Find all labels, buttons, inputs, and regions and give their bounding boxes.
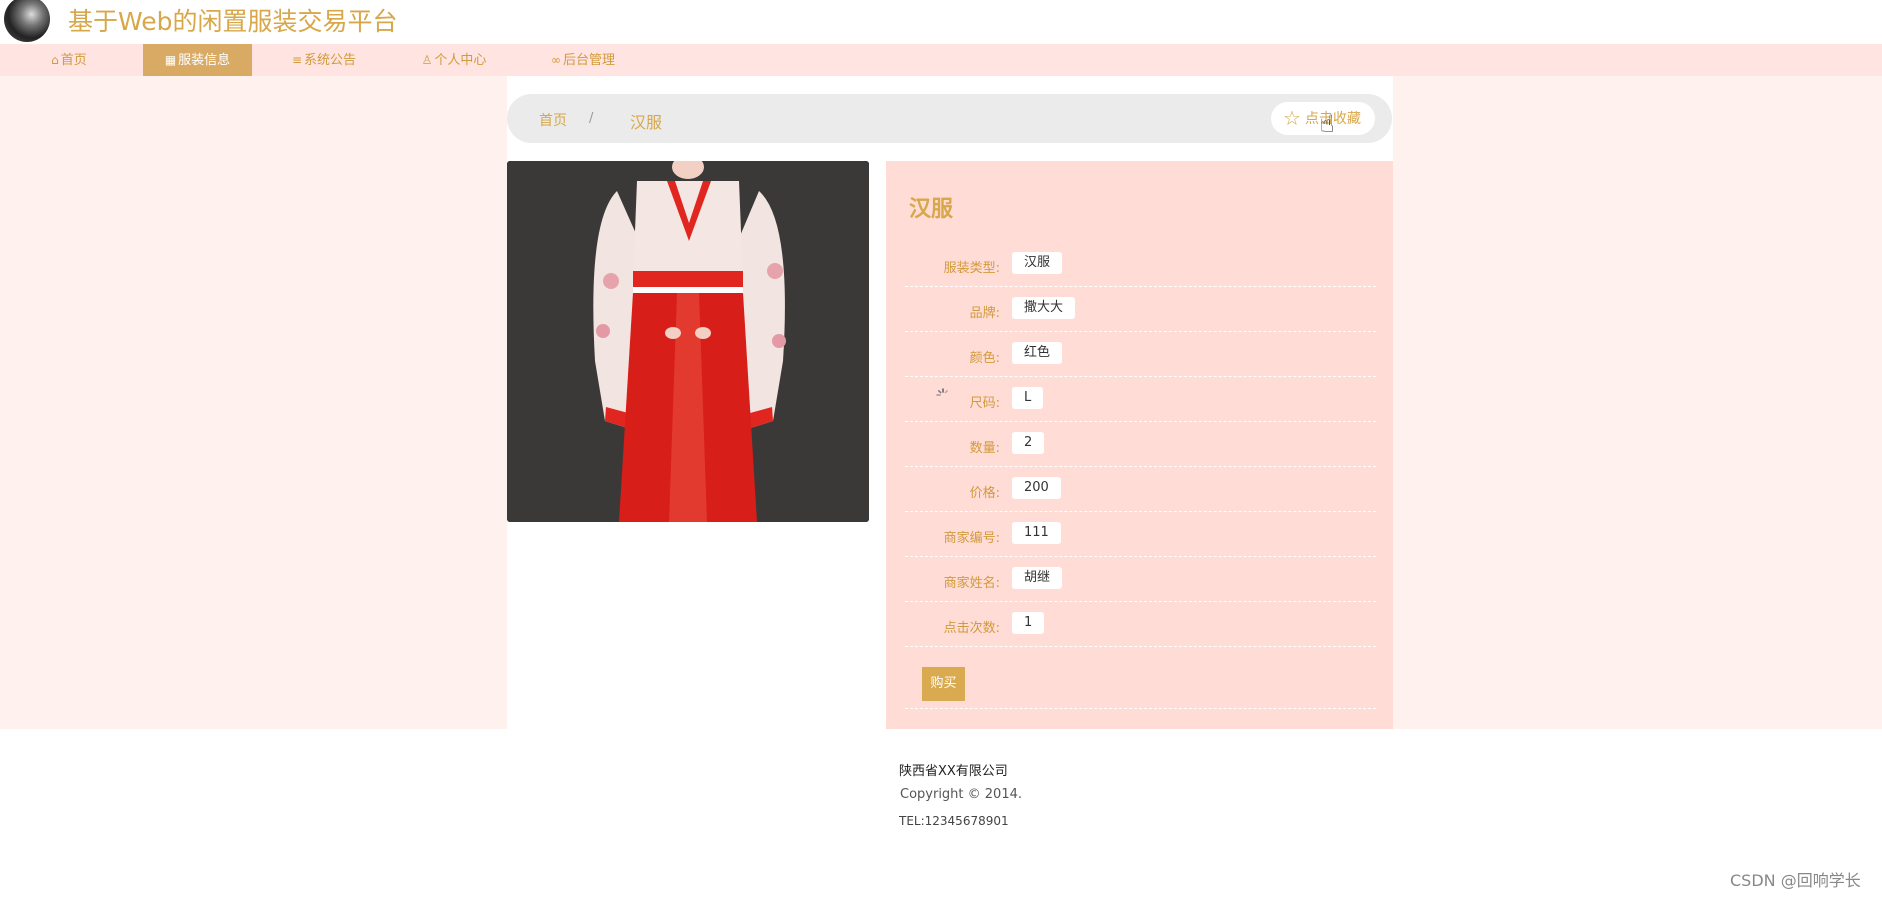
detail-row-color: 颜色: 红色 [905, 331, 1376, 377]
nav-item-notices[interactable]: ≡ 系统公告 [291, 44, 357, 76]
site-header: 基于Web的闲置服装交易平台 [0, 0, 1882, 44]
breadcrumb-separator: / [589, 111, 594, 126]
product-image [507, 161, 869, 522]
detail-key: 尺码: [969, 396, 1000, 411]
detail-value: 2 [1012, 432, 1045, 454]
buy-row [905, 648, 1376, 709]
footer-tel: TEL:12345678901 [899, 814, 1009, 828]
detail-row-quantity: 数量: 2 [905, 421, 1376, 467]
detail-key: 商家姓名: [943, 576, 1000, 591]
detail-key: 服装类型: [943, 261, 1000, 276]
grid-icon: ▦ [164, 53, 177, 67]
product-title: 汉服 [909, 197, 954, 222]
nav-item-clothing[interactable]: ▦ 服装信息 [143, 44, 252, 76]
footer-copyright: Copyright © 2014. [900, 787, 1023, 802]
buy-button[interactable]: 购买 [922, 667, 965, 701]
nav-item-label: 首页 [60, 53, 87, 68]
detail-value: 111 [1012, 522, 1061, 544]
sliders-icon: ≡ [291, 53, 303, 67]
detail-key: 价格: [969, 486, 1000, 501]
detail-row-size: 尺码: L [905, 376, 1376, 422]
detail-value: 红色 [1012, 342, 1063, 364]
detail-key: 点击次数: [943, 621, 1000, 636]
breadcrumb-current: 汉服 [630, 113, 663, 132]
nav-item-profile[interactable]: ♙ 个人中心 [420, 44, 488, 76]
detail-value: 200 [1012, 477, 1061, 499]
detail-value: 1 [1012, 612, 1045, 634]
watermark: CSDN @回响学长 [1730, 871, 1861, 890]
detail-value: L [1012, 387, 1044, 409]
nav-item-label: 系统公告 [304, 53, 357, 68]
star-icon: ☆ [1283, 106, 1301, 130]
main-nav: ⌂ 首页 ▦ 服装信息 ≡ 系统公告 ♙ 个人中心 ∞ 后台管理 [0, 44, 1882, 76]
home-icon: ⌂ [51, 53, 59, 67]
detail-row-merchant-id: 商家编号: 111 [905, 511, 1376, 557]
detail-row-type: 服装类型: 汉服 [905, 241, 1376, 287]
detail-value: 胡继 [1012, 567, 1063, 589]
breadcrumb-home-link[interactable]: 首页 [539, 110, 567, 130]
nav-item-home[interactable]: ⌂ 首页 [46, 44, 92, 76]
nav-item-admin[interactable]: ∞ 后台管理 [549, 44, 617, 76]
nav-item-label: 服装信息 [178, 53, 231, 68]
detail-row-merchant-name: 商家姓名: 胡继 [905, 556, 1376, 602]
nav-item-label: 个人中心 [434, 53, 487, 68]
footer-company: 陕西省XX有限公司 [899, 764, 1008, 779]
detail-key: 品牌: [969, 306, 1000, 321]
user-icon: ♙ [421, 53, 433, 67]
site-title: 基于Web的闲置服装交易平台 [68, 7, 398, 36]
detail-row-brand: 品牌: 撒大大 [905, 286, 1376, 332]
detail-key: 颜色: [969, 351, 1000, 366]
detail-row-clicks: 点击次数: 1 [905, 601, 1376, 647]
link-icon: ∞ [550, 53, 561, 67]
detail-value: 撒大大 [1012, 297, 1076, 319]
detail-key: 数量: [969, 441, 1000, 456]
hand-cursor-icon: ☝ [1320, 110, 1335, 138]
detail-row-price: 价格: 200 [905, 466, 1376, 512]
detail-value: 汉服 [1012, 252, 1063, 274]
loading-spinner-icon [936, 388, 948, 396]
site-logo [4, 0, 50, 42]
detail-key: 商家编号: [943, 531, 1000, 546]
nav-item-label: 后台管理 [562, 53, 615, 68]
